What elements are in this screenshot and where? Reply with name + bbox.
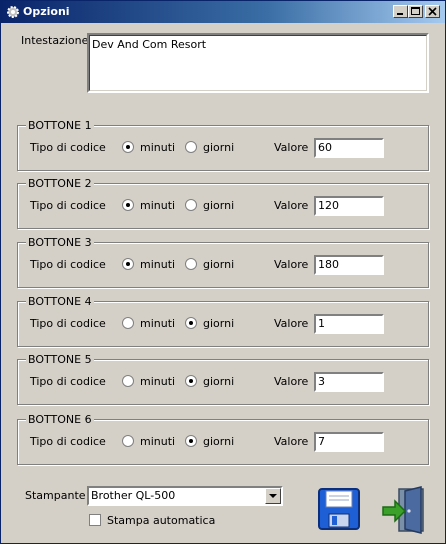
radio-minutes[interactable] — [122, 199, 134, 211]
radio-minutes[interactable] — [122, 435, 134, 447]
header-text: Dev And Com Resort — [89, 35, 427, 91]
close-button[interactable] — [425, 5, 440, 18]
value-input[interactable]: 3 — [314, 372, 384, 392]
options-window: Opzioni Intestazione Dev And Com Resort … — [0, 0, 446, 544]
value-input[interactable]: 1 — [314, 314, 384, 334]
gear-icon — [7, 6, 19, 18]
value-label: Valore — [274, 258, 309, 271]
value-input[interactable]: 60 — [314, 138, 384, 158]
value-input[interactable]: 180 — [314, 255, 384, 275]
radio-days-label: giorni — [203, 141, 235, 154]
printer-label: Stampante — [25, 489, 86, 502]
chevron-down-icon — [269, 494, 277, 498]
group-title: BOTTONE 6 — [26, 413, 94, 426]
close-icon — [428, 7, 437, 16]
bottone-group-3: BOTTONE 3 Tipo di codice minuti giorni Valor… — [17, 236, 429, 288]
printer-select[interactable]: Brother QL-500 — [87, 486, 283, 506]
radio-days[interactable] — [185, 375, 197, 387]
radio-days-label: giorni — [203, 199, 235, 212]
value-label: Valore — [274, 199, 309, 212]
value-input[interactable]: 120 — [314, 196, 384, 216]
code-type-label: Tipo di codice — [30, 375, 106, 388]
maximize-button[interactable] — [408, 5, 423, 18]
bottone-group-6: BOTTONE 6 Tipo di codice minuti giorni Valor… — [17, 413, 429, 465]
radio-days-label: giorni — [203, 258, 235, 271]
group-title: BOTTONE 5 — [26, 353, 94, 366]
auto-print-checkbox[interactable] — [89, 514, 101, 526]
radio-minutes-label: minuti — [140, 435, 176, 448]
maximize-icon — [411, 7, 420, 15]
radio-minutes[interactable] — [122, 141, 134, 153]
radio-minutes-label: minuti — [140, 258, 176, 271]
bottone-group-2: BOTTONE 2 Tipo di codice minuti giorni Valor… — [17, 177, 429, 229]
radio-days-label: giorni — [203, 375, 235, 388]
radio-days-label: giorni — [203, 435, 235, 448]
value-input[interactable]: 7 — [314, 432, 384, 452]
title-bar[interactable]: Opzioni — [1, 1, 445, 23]
code-type-label: Tipo di codice — [30, 258, 106, 271]
radio-minutes-label: minuti — [140, 199, 176, 212]
value-label: Valore — [274, 435, 309, 448]
code-type-label: Tipo di codice — [30, 435, 106, 448]
window-title: Opzioni — [23, 5, 70, 18]
radio-minutes-label: minuti — [140, 375, 176, 388]
radio-days[interactable] — [185, 258, 197, 270]
code-type-label: Tipo di codice — [30, 141, 106, 154]
bottone-group-1: BOTTONE 1 Tipo di codice minuti giorni Valor… — [17, 119, 429, 171]
radio-days[interactable] — [185, 317, 197, 329]
code-type-label: Tipo di codice — [30, 317, 106, 330]
radio-days[interactable] — [185, 199, 197, 211]
radio-minutes-label: minuti — [140, 141, 176, 154]
value-label: Valore — [274, 317, 309, 330]
minimize-button[interactable] — [393, 5, 408, 18]
minimize-icon — [397, 13, 403, 15]
floppy-disk-icon[interactable] — [317, 487, 361, 531]
radio-minutes-label: minuti — [140, 317, 176, 330]
radio-minutes[interactable] — [122, 317, 134, 329]
printer-select-value: Brother QL-500 — [91, 489, 176, 502]
value-label: Valore — [274, 141, 309, 154]
exit-door-icon[interactable] — [381, 485, 431, 535]
group-title: BOTTONE 2 — [26, 177, 94, 190]
group-title: BOTTONE 4 — [26, 295, 94, 308]
radio-minutes[interactable] — [122, 375, 134, 387]
bottone-group-4: BOTTONE 4 Tipo di codice minuti giorni Valor… — [17, 295, 429, 347]
radio-minutes[interactable] — [122, 258, 134, 270]
group-title: BOTTONE 3 — [26, 236, 94, 249]
radio-days[interactable] — [185, 141, 197, 153]
bottone-group-5: BOTTONE 5 Tipo di codice minuti giorni Valor… — [17, 353, 429, 405]
group-title: BOTTONE 1 — [26, 119, 94, 132]
value-label: Valore — [274, 375, 309, 388]
radio-days-label: giorni — [203, 317, 235, 330]
radio-days[interactable] — [185, 435, 197, 447]
header-label: Intestazione — [21, 34, 89, 47]
dropdown-button[interactable] — [265, 488, 281, 504]
auto-print-label: Stampa automatica — [107, 514, 216, 527]
code-type-label: Tipo di codice — [30, 199, 106, 212]
header-textarea[interactable]: Dev And Com Resort — [87, 33, 429, 93]
